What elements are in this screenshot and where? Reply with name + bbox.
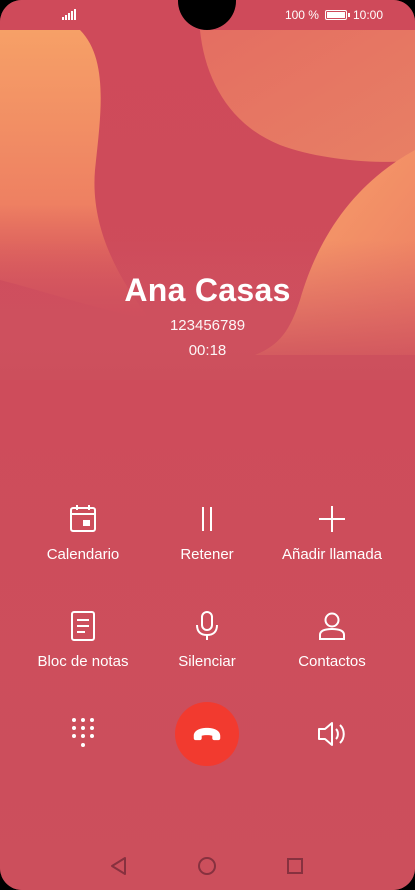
status-right: 100 % 10:00 xyxy=(285,8,383,22)
clock: 10:00 xyxy=(352,8,383,22)
caller-info: Ana Casas 123456789 00:18 xyxy=(0,272,415,359)
add-call-button[interactable]: Añadir llamada xyxy=(263,502,401,563)
speaker-icon[interactable] xyxy=(316,719,348,749)
calendar-icon xyxy=(70,505,96,532)
notepad-icon xyxy=(71,611,95,641)
hang-up-icon xyxy=(193,727,221,741)
person-icon xyxy=(319,612,345,640)
mute-label: Silenciar xyxy=(178,653,236,670)
mute-button[interactable]: Silenciar xyxy=(138,609,276,670)
caller-number: 123456789 xyxy=(169,317,246,334)
home-circle-icon[interactable] xyxy=(197,856,217,876)
microphone-icon xyxy=(196,611,218,640)
end-call-button[interactable] xyxy=(175,702,239,766)
back-triangle-icon[interactable] xyxy=(109,855,129,877)
calendar-label: Calendario xyxy=(46,546,120,563)
signal-icon xyxy=(62,9,78,20)
call-screen: 100 % 10:00 Ana Casas 123456789 00:18 Ca… xyxy=(0,0,415,890)
status-bar: 100 % 10:00 xyxy=(0,0,415,30)
hold-button[interactable]: Retener xyxy=(138,502,276,563)
camera-notch xyxy=(178,0,236,30)
contacts-button[interactable]: Contactos xyxy=(263,609,401,670)
navigation-bar xyxy=(0,846,415,886)
call-duration: 00:18 xyxy=(188,342,227,359)
pause-icon xyxy=(202,507,212,531)
dialpad-icon[interactable] xyxy=(70,717,96,751)
battery-icon xyxy=(324,10,350,20)
calendar-button[interactable]: Calendario xyxy=(14,502,152,563)
notes-button[interactable]: Bloc de notas xyxy=(14,609,152,670)
hold-label: Retener xyxy=(180,546,234,563)
recents-square-icon[interactable] xyxy=(286,857,304,875)
contacts-label: Contactos xyxy=(298,653,366,670)
plus-icon xyxy=(319,506,345,532)
caller-name: Ana Casas xyxy=(124,272,291,308)
add-call-label: Añadir llamada xyxy=(281,546,383,563)
battery-percentage: 100 % xyxy=(284,8,319,22)
notes-label: Bloc de notas xyxy=(37,653,129,670)
